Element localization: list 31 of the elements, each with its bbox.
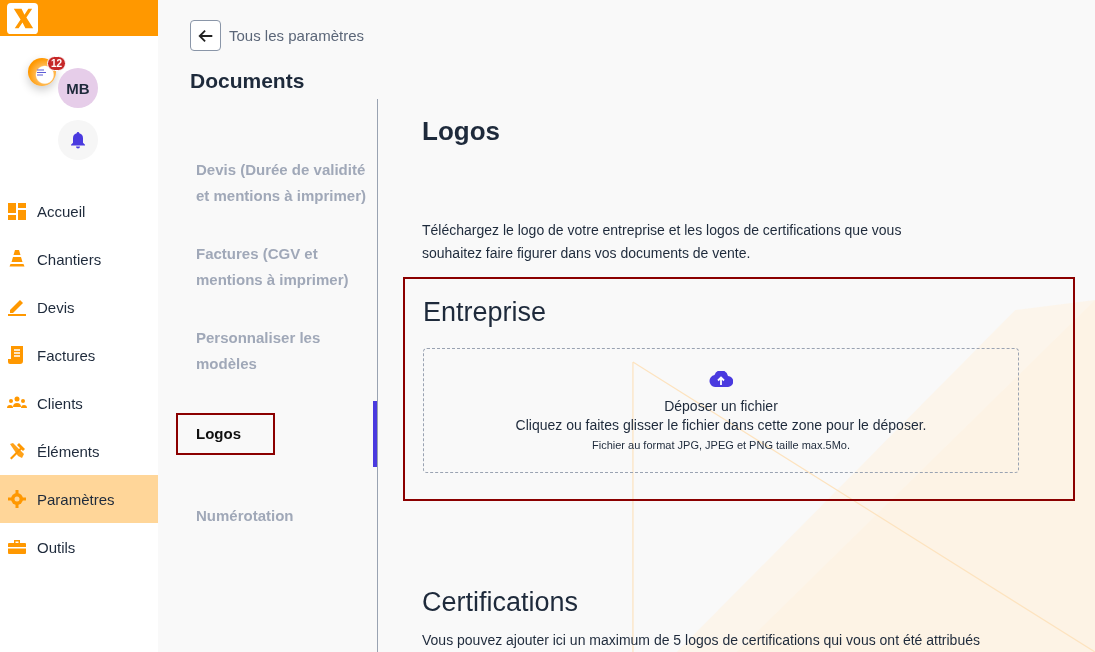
file-dropzone[interactable]: Déposer un fichier Cliquez ou faites glisser le fichier dans cette zone pour le déposer. Fichier au format JPG, JPEG et PNG taille max.5Mo. [423, 348, 1019, 473]
pencil-icon [7, 297, 27, 317]
sidebar-item[interactable]: Clients [0, 379, 158, 427]
page-title: Logos [422, 116, 501, 147]
dropzone-instruction: Cliquez ou faites glisser le fichier dans cette zone pour le déposer. [515, 415, 927, 435]
toolbox-icon [7, 537, 27, 557]
certifications-text: Vous pouvez ajouter ici un maximum de 5 logos de certifications qui vous ont été attribués [422, 632, 981, 648]
section-title: Documents [190, 69, 306, 93]
back-button[interactable] [190, 20, 221, 51]
intro-text: Téléchargez le logo de votre entreprise et les logos de certifications que vous souhaitez faire figurer dans vos documents de vente. [422, 221, 903, 263]
section-heading: Entreprise [423, 297, 548, 328]
dashboard-icon [7, 201, 27, 221]
back-link[interactable]: Tous les paramètres [229, 27, 365, 44]
section-heading: Certifications [422, 587, 580, 618]
bell-icon [70, 131, 86, 149]
notifications-button[interactable] [58, 120, 98, 160]
sidebar-item[interactable]: Outils [0, 523, 158, 571]
sidebar-item[interactable]: Accueil [0, 187, 158, 235]
sidebar-item[interactable]: Chantiers [0, 235, 158, 283]
user-avatar[interactable]: MB [58, 68, 98, 108]
sidebar-item[interactable]: Éléments [0, 427, 158, 475]
tools-icon [7, 441, 27, 461]
notification-badge: 12 [47, 56, 67, 71]
cloud-upload-icon [709, 370, 733, 387]
cone-icon [7, 249, 27, 269]
sidebar-item[interactable]: Paramètres [0, 475, 158, 523]
settings-nav-item[interactable]: Logos [172, 401, 377, 467]
dropzone-title: Déposer un fichier [664, 396, 778, 416]
sidebar-item[interactable]: Devis [0, 283, 158, 331]
sidebar-item[interactable]: Factures [0, 331, 158, 379]
dropzone-hint: Fichier au format JPG, JPEG et PNG taille max.5Mo. [592, 438, 850, 451]
